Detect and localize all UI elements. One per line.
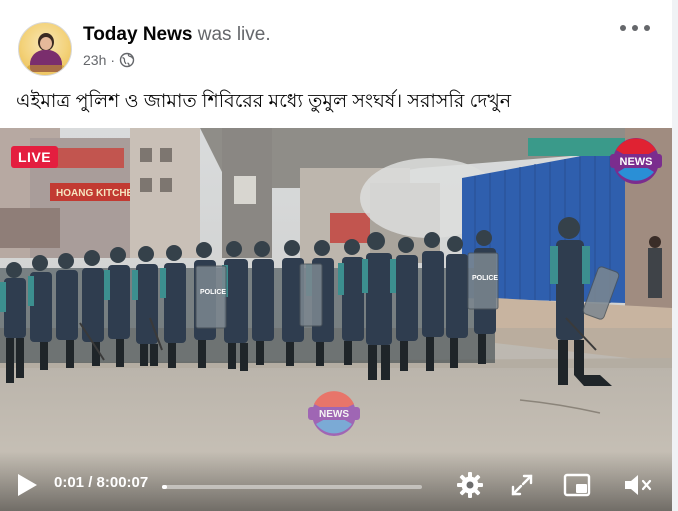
post-status-text: was live. <box>197 24 271 45</box>
more-dot-icon <box>644 25 650 31</box>
video-seek-progress <box>162 485 168 489</box>
post-header: Today News was live. 23h · <box>16 18 656 78</box>
post-author-line: Today News was live. <box>83 24 271 46</box>
play-icon[interactable] <box>16 473 38 497</box>
volume-muted-icon[interactable] <box>622 471 652 499</box>
more-dot-icon <box>620 25 626 31</box>
video-player[interactable]: HOANG KITCHEN POLICE POLICE LIVE NEWS NE… <box>0 128 672 511</box>
video-controls-bar: 0:01 / 8:00:07 <box>0 451 672 511</box>
news-channel-logo: NEWS <box>610 138 662 184</box>
video-seek-bar[interactable] <box>162 485 422 489</box>
fullscreen-expand-icon[interactable] <box>510 473 534 497</box>
more-options-button[interactable] <box>620 18 650 38</box>
page-name-link[interactable]: Today News <box>83 24 192 45</box>
news-watermark: NEWS <box>308 391 360 436</box>
post-timestamp[interactable]: 23h <box>83 52 106 68</box>
live-badge: LIVE <box>11 146 59 168</box>
video-time-display: 0:01 / 8:00:07 <box>54 474 149 491</box>
watermark-text: NEWS <box>319 409 349 420</box>
page-avatar[interactable] <box>18 22 72 76</box>
shield-label: POLICE <box>472 275 498 282</box>
news-logo-text: NEWS <box>620 156 653 168</box>
shield-label: POLICE <box>200 289 226 296</box>
post-caption: এইমাত্র পুলিশ ও জামাত শিবিরের মধ্যে তুমু… <box>16 91 512 112</box>
post-card: Today News was live. 23h · এইমাত্র পুলিশ… <box>0 0 672 511</box>
settings-gear-icon[interactable] <box>456 471 484 499</box>
more-dot-icon <box>632 25 638 31</box>
shop-sign-text: HOANG KITCHEN <box>56 188 140 199</box>
globe-icon <box>119 52 135 68</box>
post-meta: 23h · <box>83 52 135 68</box>
picture-in-picture-icon[interactable] <box>563 473 591 497</box>
